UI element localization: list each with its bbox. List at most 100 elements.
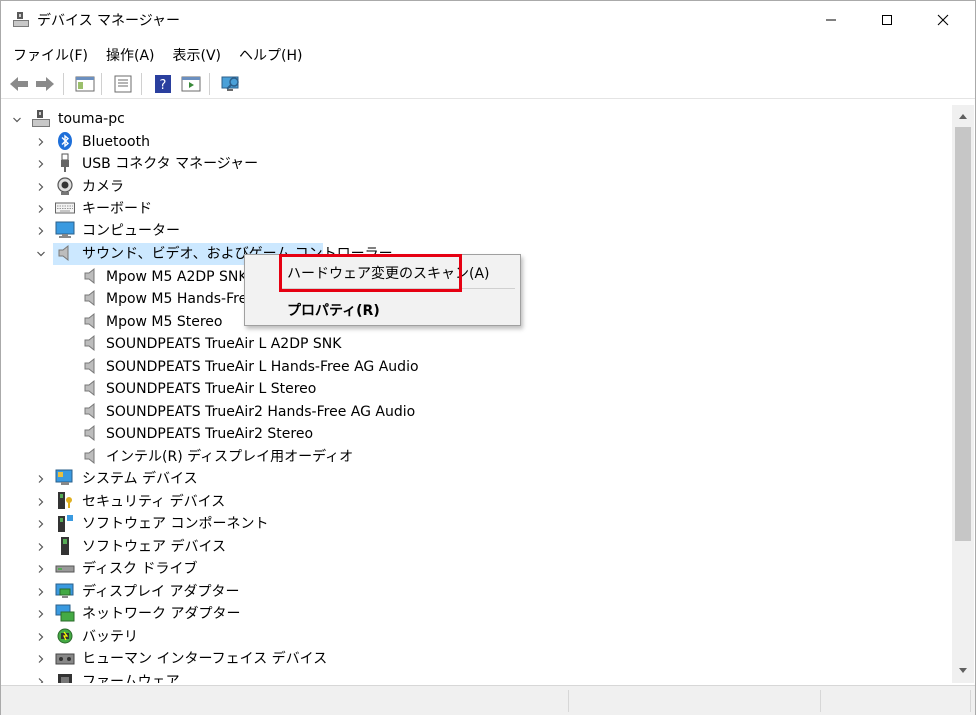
minimize-button[interactable] — [803, 1, 859, 39]
category-disk-drives[interactable]: ディスク ドライブ — [82, 558, 197, 580]
status-cell — [571, 690, 821, 712]
help-icon: ? — [155, 75, 171, 93]
device-item[interactable]: Mpow M5 Stereo — [106, 311, 222, 333]
device-item[interactable]: インテル(R) ディスプレイ用オーディオ — [106, 446, 353, 468]
speaker-icon — [84, 447, 95, 465]
category-security-devices[interactable]: セキュリティ デバイス — [82, 491, 225, 513]
forward-button[interactable] — [33, 72, 57, 96]
svg-text:?: ? — [160, 78, 167, 93]
speaker-icon — [84, 379, 95, 397]
category-software-devices[interactable]: ソフトウェア デバイス — [82, 536, 226, 558]
category-batteries[interactable]: バッテリ — [82, 626, 138, 648]
properties-button[interactable] — [111, 72, 135, 96]
collapse-chevron-icon[interactable] — [35, 631, 47, 643]
speaker-icon — [84, 424, 95, 442]
collapse-chevron-icon[interactable] — [35, 541, 47, 553]
toolbar-separator — [101, 73, 102, 95]
category-keyboard[interactable]: キーボード — [82, 198, 152, 220]
firmware-icon — [58, 674, 72, 683]
menu-help[interactable]: ヘルプ(H) — [233, 41, 308, 67]
device-manager-icon — [13, 12, 29, 27]
collapse-chevron-icon[interactable] — [35, 181, 47, 193]
status-bar — [1, 685, 975, 715]
close-icon — [937, 14, 949, 26]
tree-root-label[interactable]: touma-pc — [58, 108, 125, 130]
action-pane-icon — [181, 76, 201, 92]
collapse-chevron-icon[interactable] — [35, 563, 47, 575]
action-pane-button[interactable] — [179, 72, 203, 96]
collapse-chevron-icon[interactable] — [35, 518, 47, 530]
menu-bar: ファイル(F) 操作(A) 表示(V) ヘルプ(H) — [1, 41, 975, 67]
maximize-button[interactable] — [859, 1, 915, 39]
properties-icon — [114, 75, 132, 93]
help-button[interactable]: ? — [151, 72, 175, 96]
vertical-scrollbar[interactable] — [952, 105, 974, 683]
camera-icon — [57, 177, 73, 195]
scan-hardware-button[interactable] — [219, 72, 243, 96]
menu-view[interactable]: 表示(V) — [167, 41, 228, 67]
device-tree: touma-pc Bluetooth USB コネクタ マネージャー カメラ キ… — [5, 105, 951, 683]
battery-icon — [57, 628, 73, 644]
title-bar[interactable]: デバイス マネージャー — [1, 1, 975, 39]
collapse-chevron-icon[interactable] — [35, 158, 47, 170]
scrollbar-thumb[interactable] — [955, 127, 971, 541]
keyboard-icon — [55, 202, 75, 214]
toolbar-separator — [141, 73, 142, 95]
scan-hardware-icon — [221, 76, 239, 91]
device-item[interactable]: SOUNDPEATS TrueAir2 Hands-Free AG Audio — [106, 401, 415, 423]
category-camera[interactable]: カメラ — [82, 176, 124, 198]
computer-root-icon — [32, 110, 50, 127]
category-software-components[interactable]: ソフトウェア コンポーネント — [82, 513, 268, 535]
speaker-icon — [84, 357, 95, 375]
collapse-chevron-icon[interactable] — [35, 608, 47, 620]
speaker-icon — [84, 289, 95, 307]
device-manager-window: デバイス マネージャー ファイル(F) 操作(A) 表示(V) ヘルプ(H) ?… — [0, 0, 976, 715]
device-item[interactable]: SOUNDPEATS TrueAir L Stereo — [106, 378, 316, 400]
category-computer[interactable]: コンピューター — [82, 220, 180, 242]
toolbar-separator — [63, 73, 64, 95]
collapse-chevron-icon[interactable] — [35, 586, 47, 598]
network-adapter-icon — [55, 604, 75, 622]
device-item[interactable]: SOUNDPEATS TrueAir L A2DP SNK — [106, 333, 341, 355]
device-item[interactable]: SOUNDPEATS TrueAir2 Stereo — [106, 423, 313, 445]
collapse-chevron-icon[interactable] — [35, 225, 47, 237]
speaker-icon — [84, 312, 95, 330]
console-tree-icon — [75, 76, 95, 92]
security-devices-icon — [58, 492, 72, 509]
collapse-chevron-icon[interactable] — [35, 473, 47, 485]
status-cell — [823, 690, 971, 712]
collapse-chevron-icon[interactable] — [35, 136, 47, 148]
speaker-icon — [58, 244, 69, 262]
scroll-up-arrow-icon[interactable] — [958, 112, 968, 120]
expand-chevron-icon[interactable] — [35, 248, 47, 260]
category-human-interface-devices[interactable]: ヒューマン インターフェイス デバイス — [82, 648, 327, 670]
collapse-chevron-icon[interactable] — [35, 203, 47, 215]
category-network-adapters[interactable]: ネットワーク アダプター — [82, 603, 240, 625]
system-devices-icon — [55, 469, 73, 485]
category-display-adapters[interactable]: ディスプレイ アダプター — [82, 581, 239, 603]
status-cell — [5, 690, 569, 712]
category-system-devices[interactable]: システム デバイス — [82, 468, 198, 490]
close-button[interactable] — [915, 1, 971, 39]
collapse-chevron-icon[interactable] — [35, 653, 47, 665]
device-item[interactable]: Mpow M5 A2DP SNK — [106, 266, 248, 288]
menu-action[interactable]: 操作(A) — [100, 41, 161, 67]
software-components-icon — [58, 515, 73, 532]
toolbar: ? — [1, 69, 975, 99]
category-bluetooth[interactable]: Bluetooth — [82, 131, 150, 153]
annotation-highlight-box — [279, 254, 462, 292]
maximize-icon — [882, 15, 892, 25]
menu-item-properties[interactable]: プロパティ(R) — [287, 300, 380, 320]
scroll-down-arrow-icon[interactable] — [958, 667, 968, 675]
collapse-chevron-icon[interactable] — [35, 496, 47, 508]
hid-icon — [55, 653, 75, 665]
expand-chevron-icon[interactable] — [11, 114, 23, 126]
collapse-chevron-icon[interactable] — [35, 676, 47, 683]
menu-file[interactable]: ファイル(F) — [7, 41, 94, 67]
back-button[interactable] — [7, 72, 31, 96]
window-title: デバイス マネージャー — [37, 13, 181, 29]
console-tree-button[interactable] — [73, 72, 97, 96]
device-item[interactable]: SOUNDPEATS TrueAir L Hands-Free AG Audio — [106, 356, 419, 378]
category-firmware[interactable]: ファームウェア — [82, 671, 180, 683]
category-usb-connector[interactable]: USB コネクタ マネージャー — [82, 153, 258, 175]
